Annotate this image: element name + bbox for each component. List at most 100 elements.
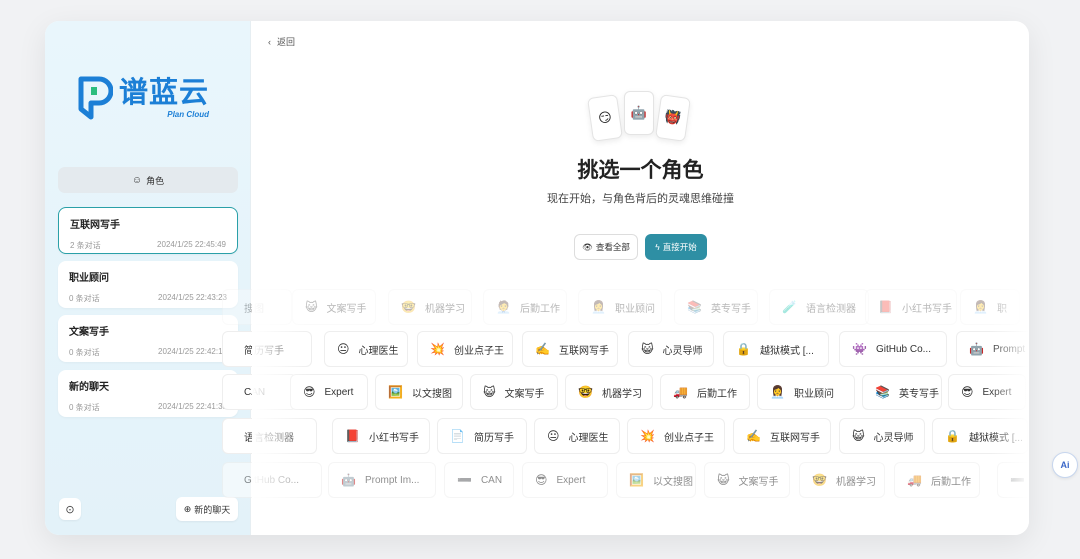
- role-chip-label: 搜图: [244, 303, 264, 315]
- role-chip[interactable]: 👩‍💼 职: [960, 289, 1020, 325]
- role-chip[interactable]: 💥 创业点子王: [627, 418, 725, 454]
- role-emoji-icon: 💥: [430, 342, 445, 356]
- role-emoji-icon: 🖼️: [388, 385, 403, 399]
- role-chip[interactable]: 🔒 越狱模式 [...: [932, 418, 1028, 454]
- role-chip[interactable]: 🚚 后勤工作: [660, 374, 750, 410]
- role-chip[interactable]: 😺 心灵导师: [628, 331, 714, 367]
- view-all-label: 查看全部: [595, 242, 630, 252]
- role-chip[interactable]: ➖ CAN: [444, 462, 514, 498]
- role-chip-label: 职业顾问: [793, 388, 834, 400]
- conversation-item[interactable]: 互联网写手 2 条对话 2024/1/25 22:45:49: [58, 207, 238, 254]
- role-chip[interactable]: 🤓 机器学习: [565, 374, 653, 410]
- conversation-title: 新的聊天: [69, 382, 109, 393]
- role-chip[interactable]: 🚚 后勤工作: [894, 462, 980, 498]
- page-title: 挑选一个角色: [577, 159, 704, 182]
- role-chip[interactable]: 🖼️ 以文搜图: [616, 462, 696, 498]
- role-chip[interactable]: 😎 Expert: [948, 374, 1026, 410]
- conversation-item[interactable]: 职业顾问 0 条对话 2024/1/25 22:43:23: [58, 261, 238, 308]
- role-chip[interactable]: CAN: [222, 374, 297, 410]
- conversation-item[interactable]: 文案写手 0 条对话 2024/1/25 22:42:17: [58, 315, 238, 362]
- chevron-left-icon: ‹: [268, 36, 271, 47]
- role-emoji-icon: 😺: [717, 473, 730, 487]
- role-chip[interactable]: 简历写手: [222, 331, 312, 367]
- role-chip[interactable]: 🖼️ 以文搜图: [375, 374, 463, 410]
- role-chip-label: 以文搜图: [652, 476, 693, 488]
- role-chip[interactable]: 😺 文案写手: [470, 374, 558, 410]
- role-emoji-icon: 👩‍💼: [770, 385, 785, 399]
- new-chat-label: 新的聊天: [194, 504, 231, 515]
- role-chip[interactable]: GitHub Co...: [222, 462, 322, 498]
- role-chip-label: 英专写手: [898, 388, 939, 400]
- logo-mark-icon: [78, 76, 113, 120]
- role-emoji-icon: 📄: [450, 429, 465, 443]
- role-chip[interactable]: 🤓 机器学习: [799, 462, 885, 498]
- role-emoji-icon: 😺: [852, 429, 865, 443]
- start-now-button[interactable]: ϟ 直接开始: [645, 234, 707, 260]
- role-chip-label: 创业点子王: [663, 432, 714, 444]
- role-emoji-icon: 🖼️: [629, 473, 644, 487]
- settings-button[interactable]: ⊙: [59, 498, 81, 520]
- role-chip-label: 文案写手: [326, 303, 367, 315]
- conversation-count: 0 条对话: [69, 348, 100, 357]
- conversation-time: 2024/1/25 22:45:49: [157, 240, 226, 249]
- role-chip[interactable]: 😎 Expert: [522, 462, 608, 498]
- role-chip[interactable]: 👩‍💼 职业顾问: [578, 289, 662, 325]
- role-chip[interactable]: 😐 心理医生: [534, 418, 620, 454]
- new-chat-button[interactable]: ⊕ 新的聊天: [176, 497, 238, 521]
- role-chip-label: 心理医生: [568, 432, 609, 444]
- role-chip[interactable]: 📚 英专写手: [674, 289, 758, 325]
- conversation-time: 2024/1/25 22:41:38: [158, 402, 227, 411]
- role-chip[interactable]: ✍️ 互联网写手: [733, 418, 831, 454]
- role-emoji-icon: 😺: [483, 385, 496, 399]
- view-all-button[interactable]: 👁 查看全部: [574, 234, 638, 260]
- role-chip[interactable]: 📄 简历写手: [437, 418, 527, 454]
- role-chip[interactable]: 🧪 语言检测器: [769, 289, 869, 325]
- role-chip-label: 后勤工作: [930, 476, 971, 488]
- role-chip[interactable]: 📚 英专写手: [862, 374, 942, 410]
- role-emoji-icon: 🤖: [969, 342, 984, 356]
- role-chip[interactable]: ✍️ 互联网写手: [522, 331, 618, 367]
- role-chip[interactable]: 😺 文案写手: [704, 462, 790, 498]
- role-chip[interactable]: 💥 创业点子王: [417, 331, 513, 367]
- role-chip[interactable]: 搜图: [222, 289, 292, 325]
- role-chip[interactable]: 🤖 Prompt: [956, 331, 1029, 367]
- role-emoji-icon: ➖: [1010, 473, 1025, 487]
- role-chip-label: 简历写手: [473, 432, 514, 444]
- back-button[interactable]: ‹ 返回: [268, 35, 295, 48]
- card-right: 👹: [655, 94, 691, 142]
- role-emoji-icon: 📕: [878, 300, 893, 314]
- ai-assistant-button[interactable]: Ai: [1052, 452, 1078, 478]
- role-chip-label: 机器学习: [601, 388, 642, 400]
- role-chip-label: 互联网写手: [769, 432, 820, 444]
- role-chip[interactable]: 😺 文案写手: [292, 289, 376, 325]
- role-chip[interactable]: 👩‍💼 职业顾问: [757, 374, 855, 410]
- role-chip[interactable]: 😺 心灵导师: [839, 418, 925, 454]
- main-panel: ‹ 返回 😏 🤖 👹 挑选一个角色 现在开始，与角色背后的灵魂思维碰撞 👁 查看…: [222, 21, 1029, 535]
- role-chip[interactable]: 📕 小红书写手: [332, 418, 430, 454]
- role-chip-label: 心灵导师: [662, 345, 703, 357]
- lightning-icon: ϟ: [655, 242, 660, 252]
- role-chip[interactable]: 📕 小红书写手: [865, 289, 957, 325]
- role-emoji-icon: 😐: [337, 342, 350, 356]
- role-chip[interactable]: 👾 GitHub Co...: [839, 331, 947, 367]
- role-chip[interactable]: 😐 心理医生: [324, 331, 408, 367]
- role-emoji-icon: 🚚: [673, 385, 688, 399]
- role-emoji-icon: 🤖: [341, 473, 356, 487]
- role-chip-label: 越狱模式 [...: [968, 432, 1023, 444]
- role-chip[interactable]: 🧑‍💼 后勤工作: [483, 289, 567, 325]
- role-chip[interactable]: 🔒 越狱模式 [...: [723, 331, 829, 367]
- role-chip-label: 互联网写手: [558, 345, 609, 357]
- role-chip-label: 机器学习: [424, 303, 465, 315]
- brand-logo: 谱蓝云 Plan Cloud: [75, 73, 225, 123]
- role-tab[interactable]: ☺ 角色: [58, 167, 238, 193]
- role-emoji-icon: 👩‍💼: [973, 300, 988, 314]
- conversation-item[interactable]: 新的聊天 0 条对话 2024/1/25 22:41:38: [58, 370, 238, 417]
- role-chip[interactable]: 😎 Expert: [290, 374, 368, 410]
- role-emoji-icon: 🔒: [945, 429, 960, 443]
- role-chip[interactable]: 🤖 Prompt Im...: [328, 462, 436, 498]
- role-emoji-icon: 🤓: [812, 473, 827, 487]
- role-chip[interactable]: 🤓 机器学习: [388, 289, 472, 325]
- role-chip[interactable]: 语言检测器: [222, 418, 317, 454]
- role-chip[interactable]: ➖: [997, 462, 1029, 498]
- role-row: CAN 😎 Expert 🖼️ 以文搜图 😺 文案写手 🤓 机器学习 🚚 后勤工作 👩‍💼 职业顾问 📚 英…: [222, 374, 1029, 410]
